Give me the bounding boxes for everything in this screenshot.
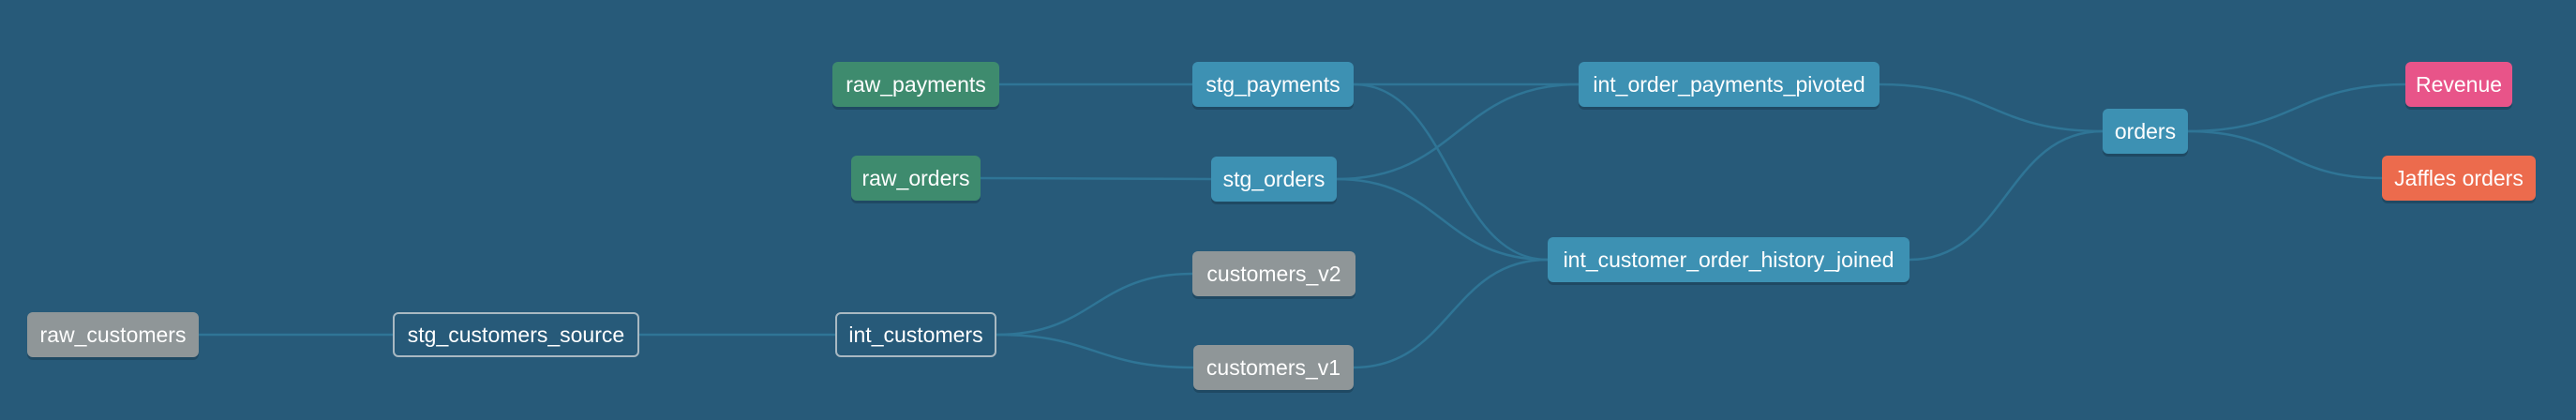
edge-int_order_payments_pivoted-to-orders (1879, 82, 2104, 133)
node-customers-v1[interactable]: customers_v1 (1193, 345, 1354, 390)
node-int-customer-order-history-joined[interactable]: int_customer_order_history_joined (1548, 237, 1910, 282)
node-stg-payments[interactable]: stg_payments (1192, 62, 1354, 107)
node-stg-orders[interactable]: stg_orders (1211, 157, 1337, 202)
node-jaffles-orders[interactable]: Jaffles orders (2382, 156, 2536, 201)
lineage-graph: raw_payments raw_orders raw_customers st… (0, 0, 2576, 420)
node-raw-payments[interactable]: raw_payments (832, 62, 999, 107)
edge-stg_orders-to-int_order_payments_pivoted (1336, 82, 1580, 181)
edge-stg_orders-to-int_customer_order_history_joined (1336, 177, 1549, 262)
edge-int_customers-to-customers_v1 (996, 333, 1194, 369)
node-int-order-payments-pivoted[interactable]: int_order_payments_pivoted (1579, 62, 1880, 107)
edge-orders-to-revenue (2187, 82, 2406, 133)
edge-int_customers-to-customers_v2 (996, 272, 1193, 337)
edge-raw_orders-to-stg_orders (980, 176, 1212, 181)
edge-int_customer_order_history_joined-to-orders (1909, 129, 2104, 262)
node-raw-customers[interactable]: raw_customers (27, 312, 199, 357)
edge-customers_v1-to-int_customer_order_history_joined (1353, 258, 1549, 369)
node-stg-customers-source[interactable]: stg_customers_source (393, 312, 639, 357)
edge-stg_payments-to-int_customer_order_history_joined (1353, 82, 1549, 262)
node-raw-orders[interactable]: raw_orders (851, 156, 981, 201)
node-revenue[interactable]: Revenue (2405, 62, 2512, 107)
edge-orders-to-jaffles_orders (2187, 129, 2383, 180)
node-orders[interactable]: orders (2103, 109, 2188, 154)
node-int-customers[interactable]: int_customers (835, 312, 996, 357)
node-customers-v2[interactable]: customers_v2 (1192, 251, 1355, 296)
